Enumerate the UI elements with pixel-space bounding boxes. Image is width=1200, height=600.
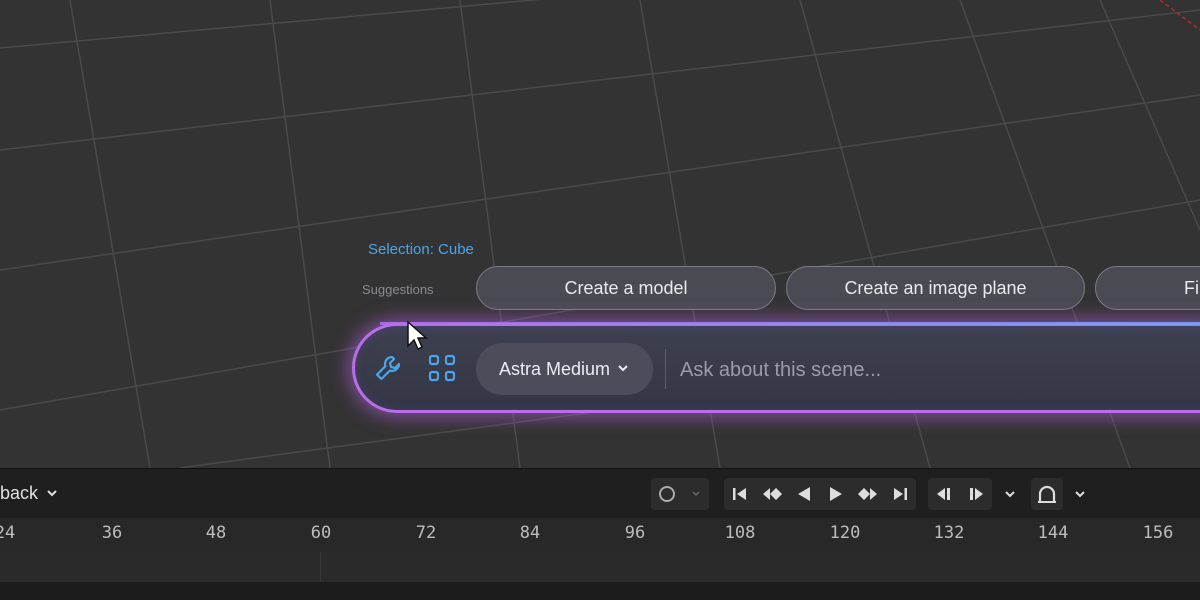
chevron-down-icon — [46, 483, 58, 504]
timeline-tick-label: 156 — [1142, 523, 1174, 543]
prev-keyframe-icon[interactable] — [756, 478, 788, 510]
model-select-label: Astra Medium — [498, 358, 611, 379]
timeline-tick-label: 48 — [205, 523, 227, 543]
timeline-ruler[interactable] — [0, 518, 1200, 552]
chevron-down-icon[interactable] — [994, 478, 1026, 510]
timeline-tick-label: 132 — [933, 523, 965, 543]
timeline-tick-label: 72 — [415, 523, 437, 543]
play-icon[interactable] — [820, 478, 852, 510]
snap-icon[interactable] — [1031, 478, 1063, 510]
playback-label: back — [0, 483, 39, 503]
next-marker-icon[interactable] — [960, 478, 992, 510]
suggestions-label: Suggestions — [362, 282, 434, 297]
suggestion-chip-create-image-plane[interactable]: Create an image plane — [786, 266, 1085, 310]
prev-marker-icon[interactable] — [928, 478, 960, 510]
timeline-tick-label: 84 — [519, 523, 541, 543]
prompt-divider — [665, 349, 666, 389]
mouse-cursor-icon — [407, 320, 428, 351]
wrench-icon[interactable] — [372, 352, 404, 384]
suggestion-chip-truncated[interactable]: Fi — [1095, 266, 1200, 310]
record-group — [651, 478, 709, 510]
playback-menu[interactable]: back — [0, 483, 58, 504]
suggestion-chip-create-model[interactable]: Create a model — [476, 266, 776, 310]
jump-start-icon[interactable] — [724, 478, 756, 510]
selection-label: Selection: Cube — [368, 241, 474, 258]
chevron-down-icon — [616, 359, 630, 380]
prompt-bar-glow — [380, 322, 1200, 325]
model-select[interactable]: Astra Medium — [476, 343, 653, 395]
timeline-track[interactable] — [0, 552, 1200, 582]
timeline-tick-label: 96 — [624, 523, 646, 543]
track-divider — [320, 552, 321, 582]
timeline-tick-label: 120 — [829, 523, 861, 543]
next-keyframe-icon[interactable] — [852, 478, 884, 510]
status-strip — [0, 582, 1200, 600]
playback-controls — [724, 478, 916, 510]
timeline-tick-label: 36 — [101, 523, 123, 543]
prompt-input[interactable] — [678, 350, 1182, 390]
timeline-tick-label: 108 — [724, 523, 756, 543]
chevron-down-icon[interactable] — [683, 478, 709, 510]
jump-end-icon[interactable] — [884, 478, 916, 510]
chevron-down-icon[interactable] — [1064, 478, 1096, 510]
timeline-tick-label: 144 — [1037, 523, 1069, 543]
timeline-tick-label: 24 — [0, 523, 16, 543]
snap-group — [1031, 478, 1063, 510]
timeline-tick-label: 60 — [310, 523, 332, 543]
marker-controls — [928, 478, 992, 510]
grid-icon[interactable] — [426, 352, 458, 384]
play-reverse-icon[interactable] — [788, 478, 820, 510]
record-icon[interactable] — [651, 478, 683, 510]
